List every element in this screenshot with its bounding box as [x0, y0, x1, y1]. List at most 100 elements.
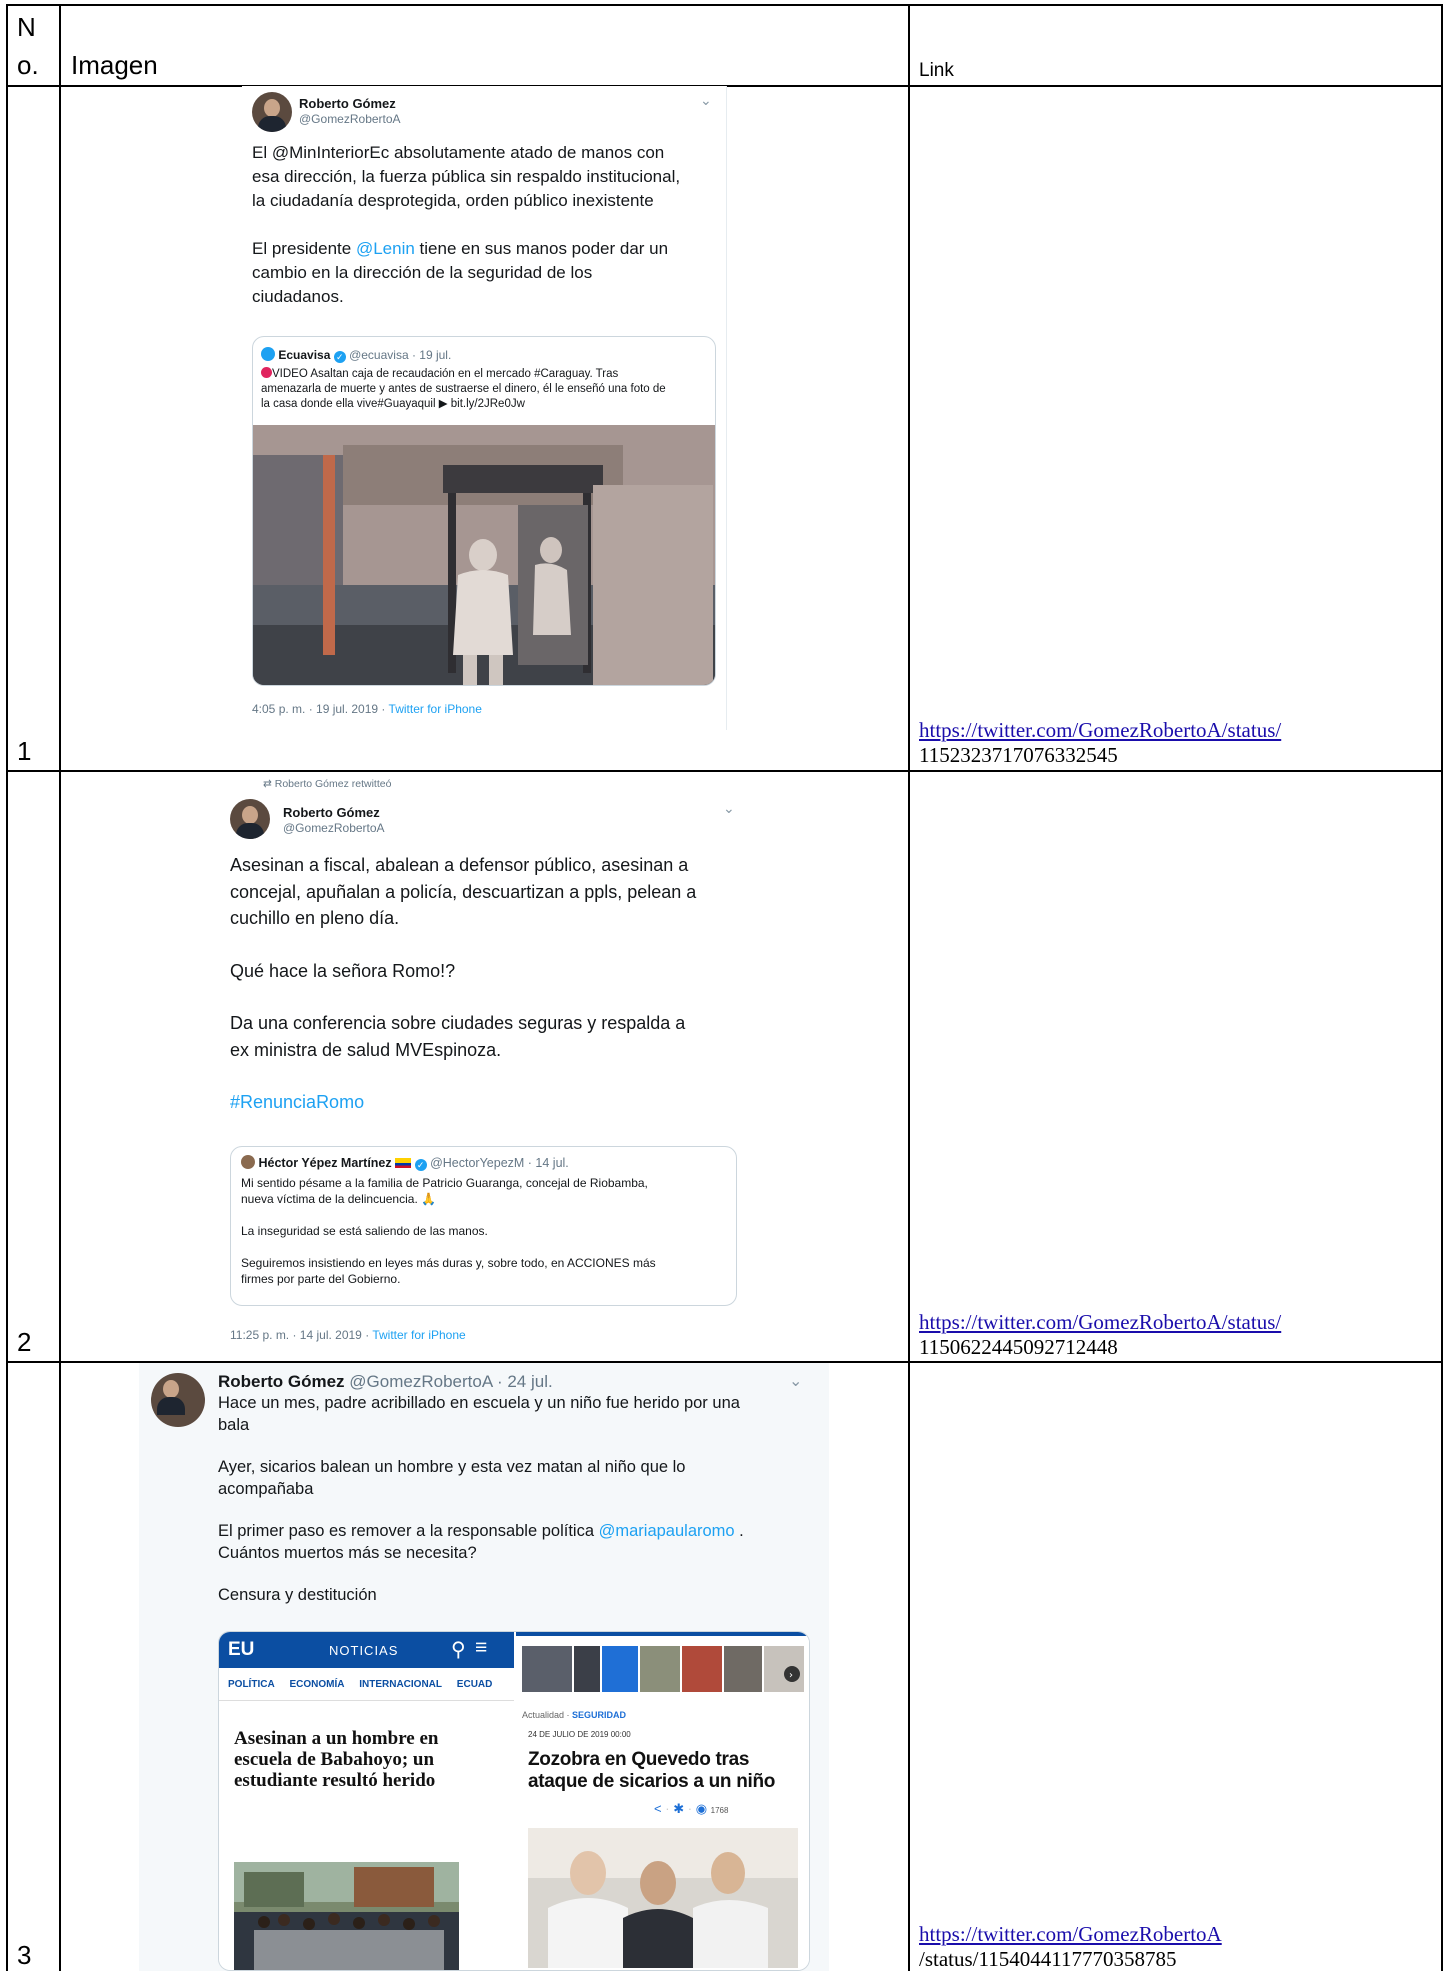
category-line: Actualidad · SEGURIDAD — [522, 1710, 626, 1720]
tweet-body-line: ex ministra de salud MVEspinoza. — [230, 1039, 502, 1060]
tweet-body-line: El @MinInteriorEc absolutamente atado de… — [252, 143, 665, 162]
tweet-body-text: El primer paso es remover a la responsab… — [218, 1522, 599, 1540]
row-1-link-url[interactable]: https://twitter.com/GomezRobertoA/status… — [919, 718, 1281, 742]
tweet-3-screenshot: Roberto Gómez @GomezRobertoA · 24 jul. ⌄… — [139, 1363, 829, 1971]
eu-nav-item[interactable]: ECUAD — [457, 1679, 493, 1690]
tweet-body-line: Asesinan a fiscal, abalean a defensor pú… — [230, 855, 689, 875]
quoted-handle-date: @ecuavisa · 19 jul. — [349, 348, 452, 362]
retweet-indicator: ⇄ Roberto Gómez retwitteó — [263, 778, 391, 790]
tweet-body-text: tiene en sus manos poder dar un — [414, 239, 669, 258]
category-prefix: Actualidad · — [522, 1710, 573, 1720]
attached-images[interactable]: EU NOTICIAS ⚲ ≡ POLÍTICA ECONOMÍA INTERN… — [218, 1631, 810, 1971]
article-headline-line: Zozobra en Quevedo tras — [528, 1749, 750, 1770]
article-headline: Zozobra en Quevedo tras ataque de sicari… — [528, 1749, 808, 1793]
tweet-body-line: Hace un mes, padre acribillado en escuel… — [218, 1394, 740, 1412]
tweet-body-line: cuchillo en pleno día. — [230, 908, 400, 928]
eu-headline-line: Asesinan a un hombre en — [234, 1728, 439, 1749]
mention-link[interactable]: @Lenin — [356, 239, 415, 258]
tweet-time: 11:25 p. m. · 14 jul. 2019 · — [230, 1328, 373, 1342]
chevron-down-icon: ⌄ — [700, 92, 712, 108]
row-3-link-id: /status/1154044117770358785 — [919, 1947, 1177, 1971]
eu-nav-item[interactable]: ECONOMÍA — [289, 1679, 344, 1690]
tweet-body-line: Cuántos muertos más se necesita? — [218, 1543, 477, 1562]
retweet-icon: ⇄ — [263, 778, 272, 790]
table-border-right — [1441, 4, 1443, 1971]
photo-strip: › — [516, 1632, 809, 1694]
chevron-down-icon: ⌄ — [723, 800, 735, 816]
mention-link[interactable]: @mariapaularomo — [599, 1522, 735, 1540]
video-thumbnail[interactable] — [253, 425, 715, 685]
tweet-source-link[interactable]: Twitter for iPhone — [372, 1328, 465, 1342]
eu-headline-line: estudiante resultó herido — [234, 1770, 436, 1791]
retweet-text: Roberto Gómez retwitteó — [274, 778, 392, 790]
avatar — [230, 799, 270, 839]
quoted-line: nueva víctima de la delincuencia. 🙏 — [241, 1192, 437, 1206]
row-1-link-id: 1152323717076332545 — [919, 743, 1118, 767]
quoted-handle-date: @HectorYepezM · 14 jul. — [430, 1156, 569, 1170]
ecuavisa-avatar — [261, 347, 275, 361]
header-no-line1: N — [17, 12, 36, 42]
tweet-body-line: esa dirección, la fuerza pública sin res… — [252, 167, 681, 186]
tweet-body-line: cambio en la dirección de la seguridad d… — [252, 263, 593, 282]
quoted-line: Seguiremos insistiendo en leyes más dura… — [241, 1256, 656, 1270]
eu-nav-item[interactable]: POLÍTICA — [228, 1679, 275, 1690]
menu-icon: ≡ — [475, 1636, 488, 1659]
tweet-2-screenshot: ⇄ Roberto Gómez retwitteó Roberto Gómez … — [225, 772, 745, 1346]
tweet-body-line: Da una conferencia sobre ciudades segura… — [230, 1013, 686, 1033]
tweet-body: Asesinan a fiscal, abalean a defensor pú… — [230, 852, 742, 1116]
svg-text:›: › — [789, 1670, 793, 1681]
verified-icon: ✓ — [414, 1159, 427, 1171]
tweet-body-line: bala — [218, 1415, 250, 1434]
avatar — [151, 1373, 205, 1427]
asterisk-icon[interactable]: ✱ — [673, 1801, 684, 1816]
tweet-body-line: la ciudadanía desprotegida, orden públic… — [252, 191, 654, 210]
left-news-image[interactable]: EU NOTICIAS ⚲ ≡ POLÍTICA ECONOMÍA INTERN… — [219, 1632, 516, 1970]
eye-icon: ◉ — [695, 1801, 708, 1816]
tweet-meta: 4:05 p. m. · 19 jul. 2019 · Twitter for … — [252, 702, 482, 716]
table-border-top — [6, 4, 1443, 6]
header-imagen: Imagen — [71, 50, 158, 80]
quoted-line: la casa donde ella vive#Guayaquil ▶ bit.… — [261, 398, 525, 410]
quoted-author-name: Héctor Yépez Martínez — [258, 1156, 392, 1170]
category-label[interactable]: SEGURIDAD — [572, 1710, 626, 1720]
row-2-link-id: 1150622445092712448 — [919, 1335, 1118, 1359]
tweet-author-handle: @GomezRobertoA — [299, 112, 401, 126]
video-scene-image — [253, 425, 715, 685]
row-number-1: 1 — [17, 736, 32, 766]
eu-topbar: EU NOTICIAS ⚲ ≡ — [219, 1632, 514, 1668]
view-count: 1768 — [710, 1806, 729, 1815]
quoted-line: VIDEO Asaltan caja de recaudación en el … — [272, 368, 619, 380]
tweet-source-link[interactable]: Twitter for iPhone — [389, 702, 482, 716]
quoted-tweet-header: Ecuavisa ✓ @ecuavisa · 19 jul. — [261, 347, 451, 363]
row-3-link[interactable]: https://twitter.com/GomezRobertoA /statu… — [919, 1922, 1222, 1972]
eu-headline: Asesinan a un hombre en escuela de Babah… — [234, 1728, 509, 1791]
share-icon[interactable]: < — [654, 1801, 662, 1816]
right-news-image[interactable]: › Actualidad · SEGURIDAD 24 DE JULIO DE … — [516, 1632, 809, 1970]
quoted-tweet[interactable]: Héctor Yépez Martínez ✓ @HectorYepezM · … — [230, 1146, 737, 1306]
tweet-body-line: Qué hace la señora Romo!? — [230, 960, 456, 981]
row-number-2: 2 — [17, 1327, 32, 1357]
avatar — [252, 92, 292, 132]
row-1-link[interactable]: https://twitter.com/GomezRobertoA/status… — [919, 718, 1281, 768]
eu-nav: POLÍTICA ECONOMÍA INTERNACIONAL ECUAD — [228, 1679, 492, 1690]
column-divider-2 — [908, 4, 910, 1971]
hashtag-link[interactable]: #RenunciaRomo — [230, 1089, 742, 1116]
tweet-body-line: ciudadanos. — [252, 287, 344, 306]
eu-logo: EU — [228, 1639, 255, 1660]
tweet-header: Roberto Gómez @GomezRobertoA · 24 jul. — [218, 1372, 553, 1392]
share-bar: < · ✱ · ◉ 1768 — [654, 1801, 729, 1816]
row-3-link-url[interactable]: https://twitter.com/GomezRobertoA — [919, 1922, 1222, 1946]
article-date: 24 DE JULIO DE 2019 00:00 — [528, 1730, 631, 1739]
row-2-link[interactable]: https://twitter.com/GomezRobertoA/status… — [919, 1310, 1281, 1360]
hector-avatar — [241, 1155, 255, 1169]
tweet-body: Hace un mes, padre acribillado en escuel… — [218, 1393, 818, 1607]
eu-nav-item[interactable]: INTERNACIONAL — [359, 1679, 442, 1690]
header-link: Link — [919, 60, 954, 81]
tweet-body-line: concejal, apuñalan a policía, descuartiz… — [230, 881, 697, 902]
chevron-down-icon: ⌄ — [789, 1373, 803, 1390]
eu-section-title: NOTICIAS — [329, 1643, 399, 1658]
quoted-tweet[interactable]: Ecuavisa ✓ @ecuavisa · 19 jul. VIDEO Asa… — [252, 336, 716, 686]
row-2-link-url[interactable]: https://twitter.com/GomezRobertoA/status… — [919, 1310, 1281, 1334]
tweet-handle-date: @GomezRobertoA · 24 jul. — [349, 1372, 553, 1391]
tweet-author-handle: @GomezRobertoA — [283, 821, 385, 835]
